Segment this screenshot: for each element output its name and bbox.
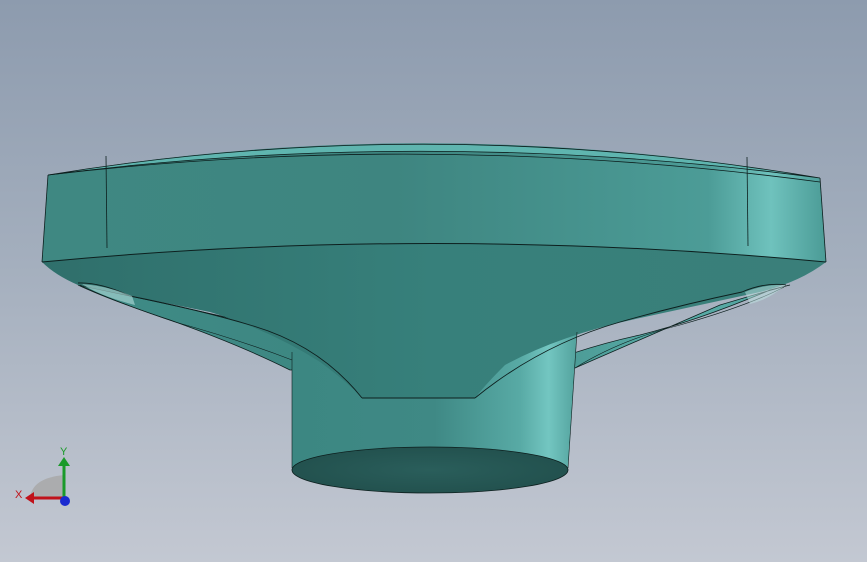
z-axis-dot-icon xyxy=(60,496,70,506)
part-model-3d[interactable] xyxy=(0,0,867,562)
hub-bottom-face xyxy=(291,446,569,494)
bell-underside xyxy=(42,243,826,398)
graphics-viewport[interactable]: Y X xyxy=(0,0,867,562)
x-axis-arrow-icon xyxy=(25,492,34,504)
coordinate-triad: Y X xyxy=(15,446,70,506)
y-axis-arrow-icon xyxy=(58,457,70,466)
triad-plane-shade xyxy=(30,475,64,498)
triad-x-label: X xyxy=(15,489,23,501)
triad-y-label: Y xyxy=(60,446,68,458)
